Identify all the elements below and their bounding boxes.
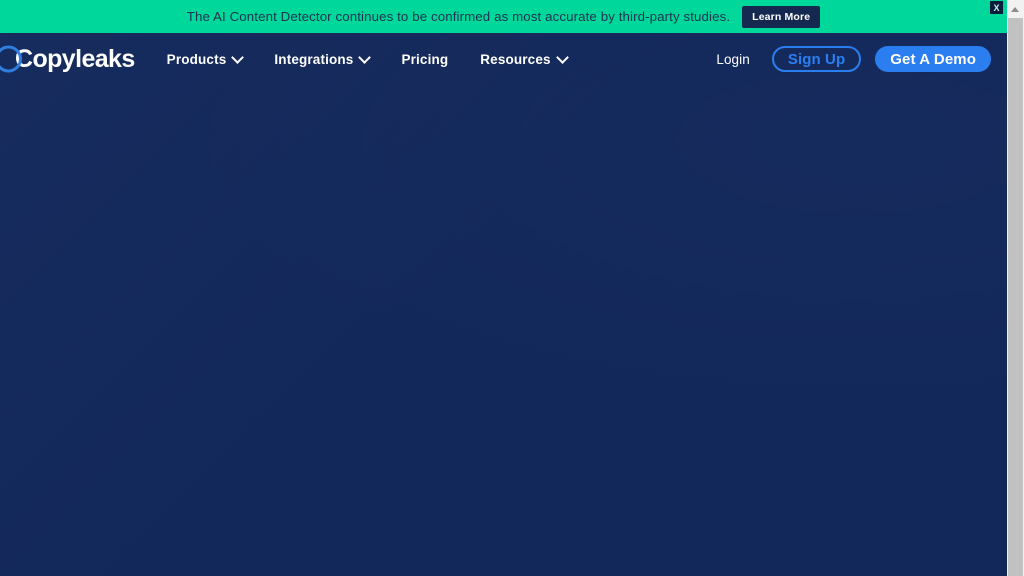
- nav-item-pricing[interactable]: Pricing: [401, 52, 448, 67]
- get-a-demo-button[interactable]: Get A Demo: [875, 46, 991, 72]
- header-actions: Login Sign Up Get A Demo: [716, 46, 991, 72]
- primary-nav: Products Integrations Pricing Resources: [167, 52, 567, 67]
- chevron-down-icon: [360, 53, 369, 62]
- promo-banner-message: The AI Content Detector continues to be …: [186, 9, 731, 24]
- hero-region: [0, 85, 1007, 576]
- promo-banner: The AI Content Detector continues to be …: [0, 0, 1007, 33]
- vertical-scrollbar[interactable]: [1007, 0, 1024, 576]
- nav-item-label: Integrations: [274, 51, 354, 67]
- site-header: Copyleaks Products Integrations Pricing …: [0, 33, 1007, 85]
- close-icon[interactable]: X: [990, 1, 1003, 14]
- sign-up-button[interactable]: Sign Up: [771, 46, 862, 72]
- chevron-down-icon: [558, 53, 567, 62]
- nav-item-label: Products: [166, 51, 227, 67]
- scroll-up-arrow-icon[interactable]: [1007, 0, 1024, 17]
- login-link[interactable]: Login: [716, 52, 750, 67]
- browser-viewport: The AI Content Detector continues to be …: [0, 0, 1007, 576]
- nav-item-integrations[interactable]: Integrations: [274, 52, 369, 67]
- learn-more-button[interactable]: Learn More: [742, 5, 821, 28]
- nav-item-resources[interactable]: Resources: [480, 52, 566, 67]
- nav-item-label: Pricing: [401, 51, 449, 67]
- nav-item-label: Resources: [480, 51, 551, 67]
- chevron-down-icon: [233, 53, 242, 62]
- copyleaks-logo[interactable]: Copyleaks: [0, 44, 135, 73]
- nav-item-products[interactable]: Products: [167, 52, 243, 67]
- scrollbar-thumb[interactable]: [1008, 18, 1023, 576]
- logo-wordmark: Copyleaks: [15, 44, 135, 73]
